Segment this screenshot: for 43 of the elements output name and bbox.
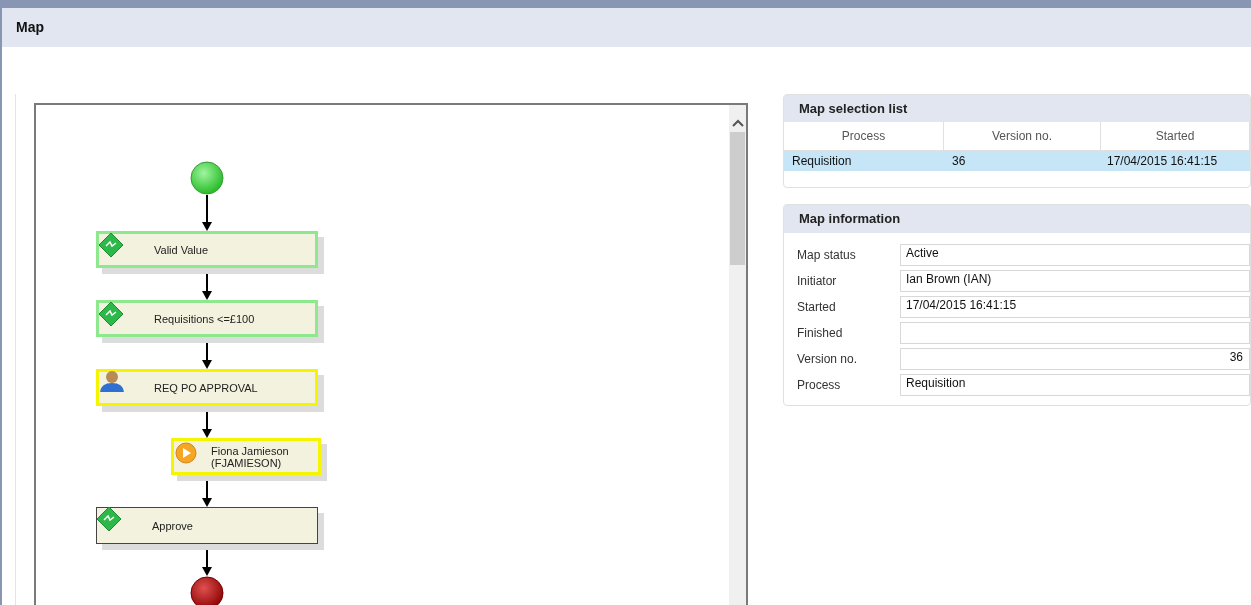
chevron-up-icon[interactable] xyxy=(731,119,744,127)
input-field[interactable]: Active xyxy=(900,244,1250,266)
connector-arrow xyxy=(201,195,213,231)
column-header[interactable]: Process xyxy=(784,122,944,150)
step-label: Approve xyxy=(152,519,193,532)
step-label: Requisitions <=£100 xyxy=(154,312,255,325)
field-label: Process xyxy=(796,377,842,394)
person-icon xyxy=(99,369,125,393)
scrollbar[interactable] xyxy=(729,105,746,605)
process-step[interactable]: Approve xyxy=(96,507,318,544)
panel-title: Map selection list xyxy=(799,99,908,118)
table-cell-text: 36 xyxy=(951,153,967,170)
field-label: Map status xyxy=(796,247,857,264)
start-node xyxy=(190,161,224,195)
step-label: Fiona Jamieson (FJAMIESON) xyxy=(211,444,289,469)
process-step[interactable]: Fiona Jamieson (FJAMIESON) xyxy=(171,438,321,475)
input-field[interactable]: Ian Brown (IAN) xyxy=(900,270,1250,292)
column-header[interactable]: Version no. xyxy=(944,122,1101,150)
input-field[interactable]: 36 xyxy=(900,348,1250,370)
input-field[interactable] xyxy=(900,322,1250,344)
field-label: Started xyxy=(796,299,837,316)
step-label: Valid Value xyxy=(154,243,209,256)
table-cell-text: 17/04/2015 16:41:15 xyxy=(1106,153,1219,170)
step-label: REQ PO APPROVAL xyxy=(154,381,258,394)
field-label: Version no. xyxy=(796,351,859,368)
field-label: Finished xyxy=(796,325,844,342)
end-node xyxy=(190,576,224,605)
process-step[interactable]: Valid Value xyxy=(96,231,318,268)
scrollbar-thumb[interactable] xyxy=(730,132,745,265)
process-step[interactable]: Requisitions <=£100 xyxy=(96,300,318,337)
input-field[interactable]: 17/04/2015 16:41:15 xyxy=(900,296,1250,318)
table-cell-text: Requisition xyxy=(791,153,853,170)
table-row[interactable]: Requisition 36 17/04/2015 16:41:15 xyxy=(784,151,1250,171)
field-label: Initiator xyxy=(796,273,838,290)
window-title: Map xyxy=(16,18,44,37)
diamond-icon xyxy=(98,232,124,258)
column-header[interactable]: Started xyxy=(1101,122,1250,150)
process-step[interactable]: REQ PO APPROVAL xyxy=(96,369,318,406)
play-icon xyxy=(175,442,197,464)
panel-title: Map information xyxy=(799,210,901,229)
input-field[interactable]: Requisition xyxy=(900,374,1250,396)
diamond-icon xyxy=(96,506,122,532)
diamond-icon xyxy=(98,301,124,327)
